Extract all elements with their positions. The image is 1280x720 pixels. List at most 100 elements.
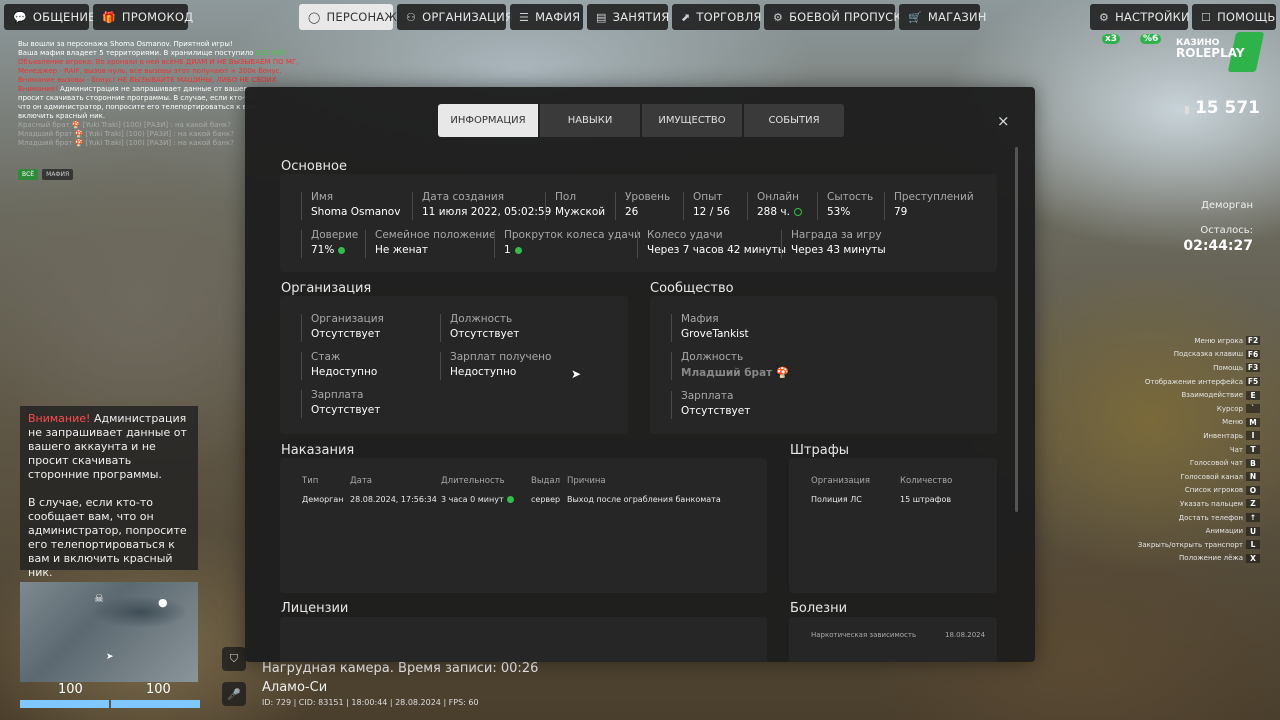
server-logo: КАЗИНО ROLEPLAY bbox=[1176, 38, 1245, 59]
shield-icon[interactable]: ⛉ bbox=[222, 647, 246, 671]
community-card: Мафия GroveTankist Должность Младший брат 🍄… bbox=[650, 296, 997, 434]
field-satiety: Сытость 53% bbox=[827, 191, 873, 218]
hotkey-label: Закрыть/открыть транспорт bbox=[1137, 540, 1243, 549]
field-org-post: Должность Отсутствует bbox=[450, 313, 519, 340]
hotkey-item: Отображение интерфейса F5 bbox=[1060, 375, 1260, 389]
field-name: Имя Shoma Osmanov bbox=[311, 191, 400, 218]
nav-trade-button[interactable]: ⬈ ТОРГОВЛЯ bbox=[672, 4, 761, 30]
hotkey-item: Анимации U bbox=[1060, 524, 1260, 538]
field-wheel-timer: Колесо удачи Через 7 часов 42 минуты bbox=[647, 229, 786, 256]
field-label: Должность bbox=[450, 313, 513, 325]
field-trust: Доверие 71% bbox=[311, 229, 358, 256]
field-label: Преступлений bbox=[894, 191, 974, 203]
nav-battlepass-button[interactable]: ⚙ БОЕВОЙ ПРОПУСК bbox=[764, 4, 902, 30]
help-icon: ☐ bbox=[1201, 10, 1212, 24]
chat-line: Ваша мафия владеет 5 территориями. В хра… bbox=[18, 49, 308, 58]
field-value: Через 43 минуты bbox=[791, 244, 886, 256]
nav-shop-button[interactable]: 🛒 МАГАЗИН bbox=[899, 4, 986, 30]
divider bbox=[412, 192, 413, 220]
hotkey-item: Меню M bbox=[1060, 416, 1260, 430]
hotkey-key: F3 bbox=[1246, 363, 1260, 373]
field-value: Отсутствует bbox=[311, 404, 381, 416]
field-value: 79 bbox=[894, 206, 908, 218]
punishments-card: Тип Дата Длительность Выдал Причина Демо… bbox=[280, 458, 767, 593]
divider bbox=[301, 390, 302, 418]
nav-shop-label: МАГАЗИН bbox=[927, 10, 987, 24]
top-navigation-bar: 💬 ОБЩЕНИЕ 🎁 ПРОМОКОД ◯ ПЕРСОНАЖ ⚇ ОРГАНИ… bbox=[0, 4, 1280, 30]
tab-events[interactable]: СОБЫТИЯ bbox=[744, 104, 844, 137]
chart-up-icon: ⬈ bbox=[681, 10, 691, 24]
tab-skills[interactable]: НАВЫКИ bbox=[540, 104, 640, 137]
field-value: 53% bbox=[827, 206, 851, 218]
field-label: Семейное положение bbox=[375, 229, 496, 241]
nav-activities-button[interactable]: ▤ ЗАНЯТИЯ bbox=[587, 4, 670, 30]
panel-tabs: ИНФОРМАЦИЯ НАВЫКИ ИМУЩЕСТВО СОБЫТИЯ bbox=[438, 104, 844, 137]
hotkey-label: Достать телефон bbox=[1178, 513, 1243, 522]
hotkey-key: F6 bbox=[1246, 349, 1260, 359]
field-org-name: Организация Отсутствует bbox=[311, 313, 384, 340]
section-title-basic: Основное bbox=[281, 159, 347, 174]
nav-activities-label: ЗАНЯТИЯ bbox=[612, 10, 670, 24]
hotkey-item: Инвентарь I bbox=[1060, 429, 1260, 443]
field-label: Зарплата bbox=[311, 389, 364, 401]
nav-promocode-button[interactable]: 🎁 ПРОМОКОД bbox=[93, 4, 193, 30]
gift-icon: 🎁 bbox=[102, 10, 116, 24]
hotkey-key: I bbox=[1246, 431, 1260, 441]
armor-bar bbox=[111, 700, 200, 708]
divider bbox=[671, 391, 672, 419]
divider bbox=[747, 192, 748, 220]
column-header: Организация bbox=[811, 476, 870, 486]
hotkey-label: Подсказка клавиш bbox=[1173, 350, 1243, 359]
tab-information[interactable]: ИНФОРМАЦИЯ bbox=[438, 104, 538, 137]
nav-mafia-button[interactable]: ☰ МАФИЯ bbox=[510, 4, 583, 30]
chat-tab-mafia[interactable]: МАФИЯ bbox=[42, 169, 74, 180]
nav-mafia-label: МАФИЯ bbox=[535, 10, 581, 24]
chat-money: $12 600 bbox=[255, 49, 285, 57]
hotkey-label: Меню игрока bbox=[1194, 336, 1243, 345]
panel-scrollbar[interactable] bbox=[1015, 147, 1018, 512]
field-label: Мафия bbox=[681, 313, 719, 325]
mafia-icon: ☰ bbox=[519, 10, 530, 24]
field-label: Колесо удачи bbox=[647, 229, 723, 241]
tab-property[interactable]: ИМУЩЕСТВО bbox=[642, 104, 742, 137]
group-icon: ⚇ bbox=[406, 10, 417, 24]
divider bbox=[440, 352, 441, 380]
field-value: Отсутствует bbox=[681, 405, 751, 417]
hotkey-label: Анимации bbox=[1205, 527, 1243, 536]
section-title-organization: Организация bbox=[281, 281, 372, 296]
hotkey-label: Меню bbox=[1222, 418, 1243, 427]
health-value: 100 bbox=[58, 682, 83, 697]
field-wheel-spins: Прокруток колеса удачи 1 bbox=[504, 229, 641, 256]
field-value: Недоступно bbox=[450, 366, 517, 378]
field-value: 288 ч. bbox=[757, 206, 802, 218]
hotkey-label: Инвентарь bbox=[1203, 431, 1243, 440]
admin-warning-box: Внимание! Администрация не запрашивает д… bbox=[20, 406, 198, 579]
field-label: Организация bbox=[311, 313, 384, 325]
microphone-icon[interactable]: 🎤 bbox=[222, 682, 246, 706]
nav-help-button[interactable]: ☐ ПОМОЩЬ bbox=[1192, 4, 1276, 30]
hotkey-key: ` bbox=[1246, 404, 1260, 414]
close-icon[interactable]: × bbox=[997, 112, 1010, 130]
spins-status-icon bbox=[514, 246, 522, 254]
warning-paragraph: В случае, если кто-то сообщает вам, что … bbox=[28, 496, 187, 579]
hotkey-item: Список игроков O bbox=[1060, 484, 1260, 498]
field-value: 12 / 56 bbox=[693, 206, 730, 218]
field-label: Пол bbox=[555, 191, 577, 203]
nav-settings-button[interactable]: ⚙ НАСТРОЙКИ bbox=[1090, 4, 1190, 30]
chat-tab-all[interactable]: ВСЁ bbox=[18, 169, 39, 180]
nav-organization-button[interactable]: ⚇ ОРГАНИЗАЦИЯ bbox=[397, 4, 513, 30]
online-value: 288 ч. bbox=[757, 206, 790, 218]
divider bbox=[781, 230, 782, 258]
divider bbox=[301, 230, 302, 258]
hotkey-label: Отображение интерфейса bbox=[1144, 377, 1243, 386]
nav-chat-button[interactable]: 💬 ОБЩЕНИЕ bbox=[4, 4, 95, 30]
field-org-experience: Стаж Недоступно bbox=[311, 351, 377, 378]
nav-settings-label: НАСТРОЙКИ bbox=[1115, 10, 1190, 24]
hotkey-item: Закрыть/открыть транспорт L bbox=[1060, 538, 1260, 552]
nav-character-button[interactable]: ◯ ПЕРСОНАЖ bbox=[299, 4, 397, 30]
hotkey-key: M bbox=[1246, 417, 1260, 427]
hotkey-label: Взаимодействие bbox=[1181, 391, 1243, 400]
user-icon: ◯ bbox=[308, 10, 321, 24]
money-value: 15 571 bbox=[1194, 98, 1260, 118]
hotkey-item: Достать телефон ↑ bbox=[1060, 511, 1260, 525]
